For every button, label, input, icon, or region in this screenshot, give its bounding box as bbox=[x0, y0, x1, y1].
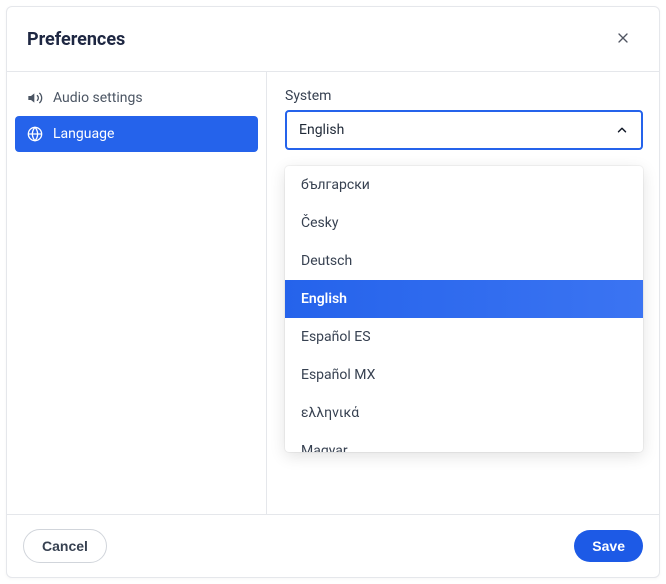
sidebar-item-language[interactable]: Language bbox=[15, 116, 258, 152]
language-dropdown: български Česky Deutsch English Español … bbox=[285, 166, 643, 452]
system-label: System bbox=[285, 88, 643, 104]
sidebar: Audio settings Language bbox=[7, 72, 267, 514]
dialog-body: Audio settings Language System English bbox=[7, 71, 659, 514]
close-button[interactable] bbox=[607, 23, 639, 55]
dialog-footer: Cancel Save bbox=[7, 514, 659, 577]
cancel-button[interactable]: Cancel bbox=[23, 529, 107, 563]
language-select: English български Česky Deutsch English … bbox=[285, 110, 643, 150]
globe-icon bbox=[27, 126, 43, 142]
sidebar-item-label: Audio settings bbox=[53, 90, 143, 106]
chevron-up-icon bbox=[615, 123, 629, 137]
language-option[interactable]: български bbox=[285, 166, 643, 204]
language-option[interactable]: Česky bbox=[285, 204, 643, 242]
close-icon bbox=[615, 30, 631, 49]
dialog-header: Preferences bbox=[7, 7, 659, 71]
language-option[interactable]: Magyar bbox=[285, 432, 643, 452]
language-select-trigger[interactable]: English bbox=[285, 110, 643, 150]
language-select-value: English bbox=[299, 122, 344, 138]
save-button[interactable]: Save bbox=[574, 530, 643, 562]
volume-icon bbox=[27, 90, 43, 106]
language-option-selected[interactable]: English bbox=[285, 280, 643, 318]
language-option[interactable]: ελληνικά bbox=[285, 394, 643, 432]
dialog-title: Preferences bbox=[27, 29, 125, 50]
sidebar-item-label: Language bbox=[53, 126, 114, 142]
language-option[interactable]: Español ES bbox=[285, 318, 643, 356]
language-option[interactable]: Deutsch bbox=[285, 242, 643, 280]
language-option[interactable]: Español MX bbox=[285, 356, 643, 394]
main-panel: System English български Česky Deutsch E… bbox=[267, 72, 659, 514]
preferences-dialog: Preferences Audio settings bbox=[6, 6, 660, 578]
sidebar-item-audio-settings[interactable]: Audio settings bbox=[15, 80, 258, 116]
